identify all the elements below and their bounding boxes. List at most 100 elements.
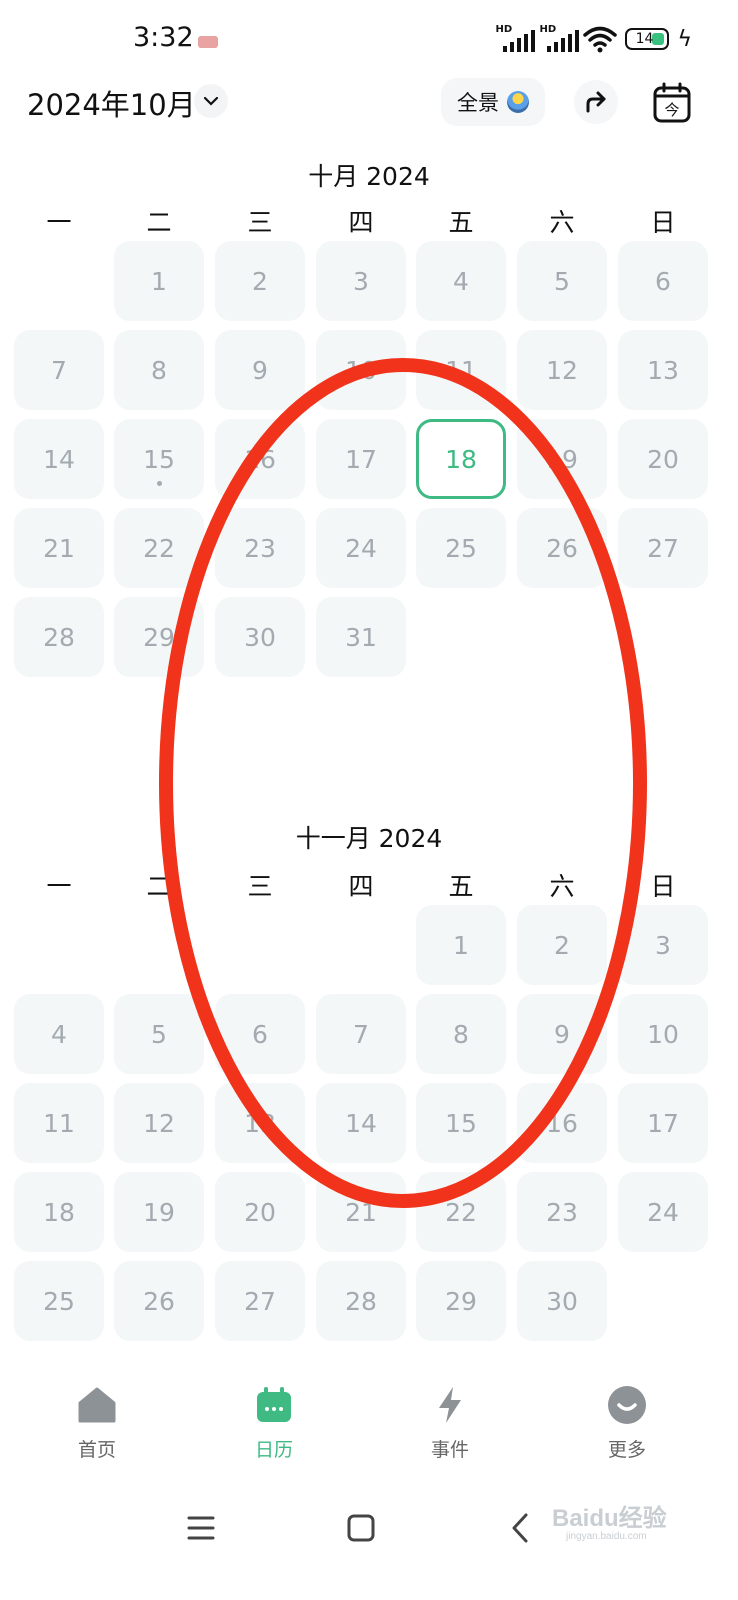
day-cell[interactable]: 28 [14, 597, 104, 677]
day-number: 29 [445, 1286, 477, 1316]
chevron-down-icon[interactable] [194, 84, 228, 118]
day-cell[interactable]: 1 [114, 241, 204, 321]
bottom-nav: 首页 日历 事件 更多 [0, 1385, 738, 1475]
day-cell[interactable]: 2 [215, 241, 305, 321]
day-cell[interactable]: 13 [215, 1083, 305, 1163]
day-cell[interactable]: 9 [215, 330, 305, 410]
panorama-icon [507, 91, 529, 113]
app-header: 2024年10月 全景 今 [0, 78, 738, 130]
day-cell[interactable]: 17 [316, 419, 406, 499]
day-cell[interactable]: 24 [618, 1172, 708, 1252]
day-number: 16 [244, 444, 276, 474]
day-number: 13 [244, 1108, 276, 1138]
day-number: 1 [453, 930, 469, 960]
nav-label: 首页 [77, 1439, 116, 1461]
day-cell[interactable]: 30 [215, 597, 305, 677]
day-cell[interactable]: 9 [517, 994, 607, 1074]
today-button[interactable]: 今 [652, 82, 692, 124]
watermark: Baidu经验 jingyan.baidu.com [552, 1498, 692, 1542]
day-cell[interactable]: 27 [618, 508, 708, 588]
day-cell[interactable]: 12 [114, 1083, 204, 1163]
day-cell[interactable]: 3 [618, 905, 708, 985]
share-button[interactable] [574, 80, 618, 124]
day-number: 26 [546, 533, 578, 563]
day-cell[interactable]: 3 [316, 241, 406, 321]
day-cell[interactable]: 16 [215, 419, 305, 499]
day-cell[interactable]: 6 [618, 241, 708, 321]
day-cell[interactable]: 11 [416, 330, 506, 410]
nav-home[interactable]: 首页 [37, 1385, 157, 1462]
watermark-text: Baidu经验 [552, 1505, 667, 1532]
nav-events[interactable]: 事件 [390, 1385, 510, 1462]
day-cell[interactable]: 26 [114, 1261, 204, 1341]
day-cell[interactable]: 7 [316, 994, 406, 1074]
day-cell[interactable]: 20 [215, 1172, 305, 1252]
day-cell[interactable]: 5 [114, 994, 204, 1074]
day-number: 30 [546, 1286, 578, 1316]
day-cell[interactable]: 18 [14, 1172, 104, 1252]
day-number: 22 [445, 1197, 477, 1227]
day-cell[interactable]: 15 [114, 419, 204, 499]
day-number: 3 [353, 266, 369, 296]
day-cell-today[interactable]: 18 [416, 419, 506, 499]
day-cell[interactable]: 27 [215, 1261, 305, 1341]
day-cell[interactable]: 4 [416, 241, 506, 321]
nav-more[interactable]: 更多 [567, 1385, 687, 1462]
day-cell[interactable]: 22 [416, 1172, 506, 1252]
day-cell[interactable]: 31 [316, 597, 406, 677]
day-cell[interactable]: 20 [618, 419, 708, 499]
day-cell[interactable]: 30 [517, 1261, 607, 1341]
day-cell[interactable]: 1 [416, 905, 506, 985]
day-cell[interactable]: 14 [316, 1083, 406, 1163]
day-cell[interactable]: 28 [316, 1261, 406, 1341]
day-cell[interactable]: 19 [517, 419, 607, 499]
day-cell[interactable]: 7 [14, 330, 104, 410]
day-cell[interactable]: 15 [416, 1083, 506, 1163]
day-cell[interactable]: 8 [416, 994, 506, 1074]
day-cell[interactable]: 10 [316, 330, 406, 410]
day-cell[interactable]: 21 [14, 508, 104, 588]
day-cell[interactable]: 2 [517, 905, 607, 985]
day-cell[interactable]: 8 [114, 330, 204, 410]
day-number: 11 [445, 355, 477, 385]
day-cell[interactable]: 25 [416, 508, 506, 588]
day-cell[interactable]: 21 [316, 1172, 406, 1252]
day-number: 26 [143, 1286, 175, 1316]
day-cell[interactable]: 12 [517, 330, 607, 410]
day-number: 15 [143, 444, 175, 474]
day-cell[interactable]: 14 [14, 419, 104, 499]
day-cell[interactable]: 23 [517, 1172, 607, 1252]
back-icon[interactable] [500, 1508, 540, 1548]
day-number: 5 [554, 266, 570, 296]
day-number: 28 [345, 1286, 377, 1316]
day-cell[interactable]: 16 [517, 1083, 607, 1163]
weekday-label: 日 [650, 872, 676, 901]
day-cell[interactable]: 26 [517, 508, 607, 588]
day-cell[interactable]: 17 [618, 1083, 708, 1163]
today-label: 今 [664, 101, 679, 119]
day-number: 3 [655, 930, 671, 960]
weekday-label: 二 [146, 208, 172, 237]
day-cell[interactable]: 29 [114, 597, 204, 677]
day-cell[interactable]: 23 [215, 508, 305, 588]
day-cell[interactable]: 25 [14, 1261, 104, 1341]
day-cell[interactable]: 5 [517, 241, 607, 321]
day-cell[interactable]: 22 [114, 508, 204, 588]
day-cell[interactable]: 29 [416, 1261, 506, 1341]
panorama-button[interactable]: 全景 [441, 78, 545, 126]
nav-label: 事件 [430, 1439, 469, 1461]
day-number: 19 [143, 1197, 175, 1227]
home-square-icon[interactable] [341, 1508, 381, 1548]
day-cell[interactable]: 6 [215, 994, 305, 1074]
day-cell[interactable]: 13 [618, 330, 708, 410]
day-cell[interactable]: 19 [114, 1172, 204, 1252]
nav-calendar[interactable]: 日历 [214, 1385, 334, 1462]
menu-icon[interactable] [181, 1508, 221, 1548]
day-cell[interactable]: 4 [14, 994, 104, 1074]
day-cell[interactable]: 10 [618, 994, 708, 1074]
day-cell[interactable]: 24 [316, 508, 406, 588]
lightning-icon [430, 1385, 470, 1425]
panorama-label: 全景 [457, 91, 499, 115]
month-title[interactable]: 2024年10月 [27, 82, 196, 124]
day-cell[interactable]: 11 [14, 1083, 104, 1163]
